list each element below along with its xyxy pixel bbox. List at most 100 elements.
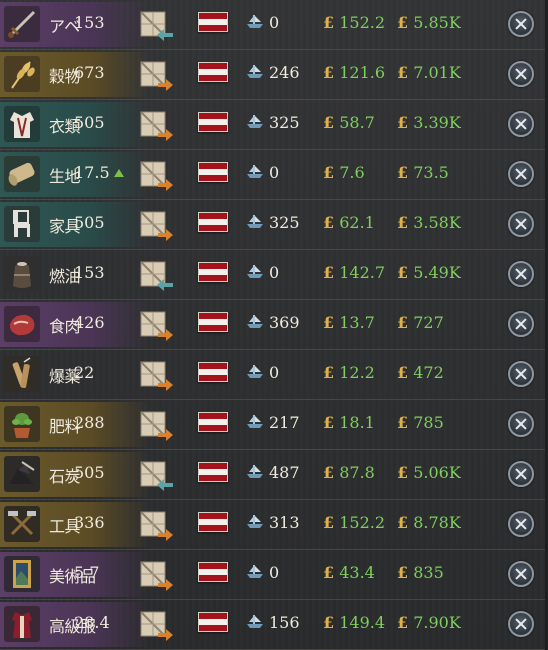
goods-row[interactable]: 衣類 505 325 £ 58.7 £ 3.39K	[0, 100, 546, 150]
total-value: £ 73.5	[397, 163, 449, 182]
close-icon[interactable]	[508, 411, 534, 437]
pound-icon: £	[397, 313, 409, 332]
country-flag-icon[interactable]	[198, 512, 228, 532]
country-flag-icon[interactable]	[198, 262, 228, 282]
goods-row[interactable]: 生地 17.5 0 £ 7.6 £ 73.5	[0, 150, 546, 200]
convoy-count: 369	[269, 313, 300, 332]
close-icon[interactable]	[508, 211, 534, 237]
goods-row[interactable]: アベ 153 0 £ 152.2 £ 5.85K	[0, 0, 546, 50]
country-flag-icon[interactable]	[198, 562, 228, 582]
goods-row[interactable]: 工具 336 313 £ 152.2 £ 8.78K	[0, 500, 546, 550]
pound-icon: £	[323, 213, 335, 232]
export-crate-icon[interactable]	[140, 409, 174, 443]
export-crate-icon[interactable]	[140, 109, 174, 143]
goods-row[interactable]: 食肉 426 369 £ 13.7 £ 727	[0, 300, 546, 350]
goods-row[interactable]: 爆薬 22 0 £ 12.2 £ 472	[0, 350, 546, 400]
total-value: £ 785	[397, 413, 444, 432]
convoy-count: 0	[269, 263, 280, 282]
country-flag-icon[interactable]	[198, 162, 228, 182]
luxury-clothes-icon	[4, 606, 40, 642]
unit-price: £ 87.8	[323, 463, 375, 482]
goods-row[interactable]: 家具 505 325 £ 62.1 £ 3.58K	[0, 200, 546, 250]
goods-amount: 505	[74, 213, 105, 232]
unit-price: £ 62.1	[323, 213, 375, 232]
import-crate-icon[interactable]	[140, 459, 174, 493]
ship-icon	[247, 365, 263, 378]
ship-icon	[247, 15, 263, 28]
total-value: £ 3.39K	[397, 113, 461, 132]
country-flag-icon[interactable]	[198, 612, 228, 632]
goods-row[interactable]: 穀物 673 246 £ 121.6 £ 7.01K	[0, 50, 546, 100]
export-crate-icon[interactable]	[140, 359, 174, 393]
coal-icon	[4, 456, 40, 492]
total-value: £ 5.85K	[397, 13, 461, 32]
export-crate-icon[interactable]	[140, 209, 174, 243]
close-icon[interactable]	[508, 361, 534, 387]
wheat-icon	[4, 56, 40, 92]
convoy-count: 0	[269, 363, 280, 382]
pound-icon: £	[397, 63, 409, 82]
unit-price: £ 149.4	[323, 613, 385, 632]
total-value: 73.5	[413, 163, 449, 182]
close-icon[interactable]	[508, 11, 534, 37]
close-icon[interactable]	[508, 61, 534, 87]
ship-icon	[247, 515, 263, 528]
pound-icon: £	[323, 513, 335, 532]
import-crate-icon[interactable]	[140, 259, 174, 293]
ship-icon	[247, 565, 263, 578]
pound-icon: £	[323, 263, 335, 282]
price-value: 87.8	[339, 463, 375, 482]
price-value: 121.6	[339, 63, 386, 82]
export-crate-icon[interactable]	[140, 59, 174, 93]
country-flag-icon[interactable]	[198, 112, 228, 132]
chair-icon	[4, 206, 40, 242]
goods-row[interactable]: 美術品 5.7 0 £ 43.4 £ 835	[0, 550, 546, 600]
country-flag-icon[interactable]	[198, 12, 228, 32]
close-icon[interactable]	[508, 111, 534, 137]
pound-icon: £	[397, 413, 409, 432]
goods-row[interactable]: 燃油 153 0 £ 142.7 £ 5.49K	[0, 250, 546, 300]
tools-icon	[4, 506, 40, 542]
convoy-count: 0	[269, 13, 280, 32]
country-flag-icon[interactable]	[198, 62, 228, 82]
goods-amount: 673	[74, 63, 105, 82]
pound-icon: £	[323, 363, 335, 382]
close-icon[interactable]	[508, 511, 534, 537]
close-icon[interactable]	[508, 461, 534, 487]
import-crate-icon[interactable]	[140, 9, 174, 43]
goods-row[interactable]: 肥料 288 217 £ 18.1 £ 785	[0, 400, 546, 450]
close-icon[interactable]	[508, 611, 534, 637]
pound-icon: £	[323, 313, 335, 332]
price-value: 62.1	[339, 213, 375, 232]
pound-icon: £	[397, 563, 409, 582]
export-crate-icon[interactable]	[140, 309, 174, 343]
convoy-count: 325	[269, 213, 300, 232]
unit-price: £ 7.6	[323, 163, 365, 182]
pound-icon: £	[397, 363, 409, 382]
goods-row[interactable]: 石炭 505 487 £ 87.8 £ 5.06K	[0, 450, 546, 500]
close-icon[interactable]	[508, 261, 534, 287]
country-flag-icon[interactable]	[198, 212, 228, 232]
ship-icon	[247, 315, 263, 328]
goods-amount: 22	[74, 363, 95, 382]
close-icon[interactable]	[508, 161, 534, 187]
close-icon[interactable]	[508, 561, 534, 587]
price-value: 149.4	[339, 613, 386, 632]
total-value: £ 7.90K	[397, 613, 461, 632]
unit-price: £ 43.4	[323, 563, 375, 582]
export-crate-icon[interactable]	[140, 509, 174, 543]
pound-icon: £	[323, 13, 335, 32]
close-icon[interactable]	[508, 311, 534, 337]
total-value: £ 835	[397, 563, 444, 582]
export-crate-icon[interactable]	[140, 159, 174, 193]
country-flag-icon[interactable]	[198, 312, 228, 332]
pound-icon: £	[323, 463, 335, 482]
goods-row[interactable]: 高級服 28.4 156 £ 149.4 £ 7.90K	[0, 600, 546, 650]
country-flag-icon[interactable]	[198, 362, 228, 382]
ship-icon	[247, 265, 263, 278]
export-crate-icon[interactable]	[140, 609, 174, 643]
country-flag-icon[interactable]	[198, 412, 228, 432]
goods-amount: 17.5	[74, 163, 110, 182]
country-flag-icon[interactable]	[198, 462, 228, 482]
export-crate-icon[interactable]	[140, 559, 174, 593]
